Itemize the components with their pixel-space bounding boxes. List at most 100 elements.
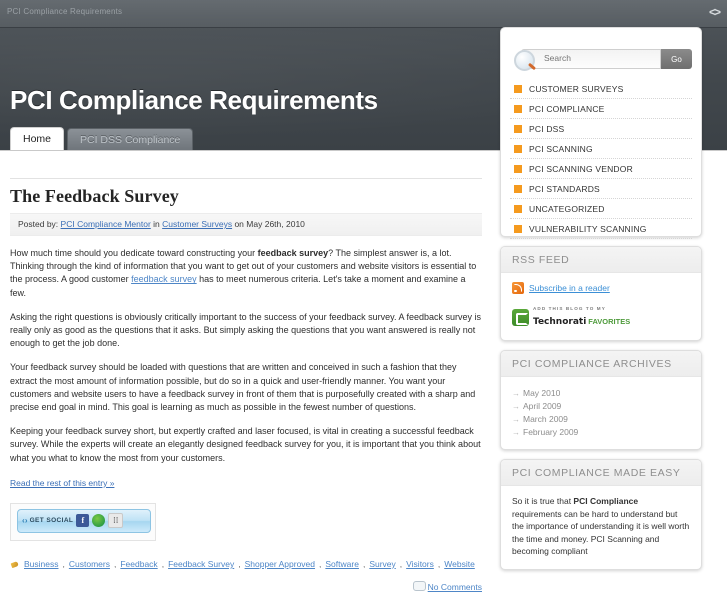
tab-pci-dss-compliance[interactable]: PCI DSS Compliance bbox=[67, 128, 194, 150]
technorati-tagline: ADD THIS BLOG TO MY bbox=[533, 306, 606, 311]
category-label: PCI SCANNING bbox=[529, 143, 593, 154]
tag-sep-5: , bbox=[362, 558, 366, 569]
read-more-link[interactable]: Read the rest of this entry » bbox=[10, 478, 114, 488]
rss-feed-panel: RSS FEED Subscribe in a reader ADD THIS … bbox=[500, 246, 702, 341]
bullet-icon bbox=[514, 124, 522, 133]
tag-sep-3: , bbox=[238, 558, 241, 569]
post-paragraph-2: Asking the right questions is obviously … bbox=[10, 311, 482, 349]
archive-label: April 2009 bbox=[523, 400, 562, 411]
rss-feed-heading: RSS FEED bbox=[501, 247, 701, 273]
search-input[interactable] bbox=[544, 53, 644, 63]
window-title: PCI Compliance Requirements bbox=[7, 7, 123, 16]
category-item-pci-scanning[interactable]: PCI SCANNING bbox=[510, 139, 692, 159]
archive-item-february-2009[interactable]: → February 2009 bbox=[512, 425, 690, 438]
tag-link-4[interactable]: Shopper Approved bbox=[245, 559, 315, 569]
easy-part-a: So it is true that bbox=[512, 496, 574, 506]
comments-link[interactable]: No Comments bbox=[428, 582, 482, 592]
tag-sep-0: , bbox=[62, 558, 65, 569]
tag-link-8[interactable]: Website bbox=[444, 559, 475, 569]
rss-subscribe-link[interactable]: Subscribe in a reader bbox=[529, 283, 610, 293]
tag-sep-2: , bbox=[161, 558, 165, 569]
post-paragraph-1: How much time should you dedicate toward… bbox=[10, 247, 482, 300]
rss-feed-body: Subscribe in a reader ADD THIS BLOG TO M… bbox=[501, 273, 701, 340]
tag-sep-7: , bbox=[437, 558, 441, 569]
tag-link-5[interactable]: Software bbox=[325, 559, 359, 569]
category-label: PCI DSS bbox=[529, 123, 565, 134]
main-navigation-tabs: Home PCI DSS Compliance bbox=[10, 127, 194, 150]
tab-pci-dss-compliance-label: PCI DSS Compliance bbox=[80, 133, 181, 146]
search-go-button[interactable]: Go bbox=[660, 49, 692, 69]
p1-bold: feedback survey bbox=[257, 248, 329, 258]
archives-panel: PCI COMPLIANCE ARCHIVES → May 2010 → April… bbox=[500, 350, 702, 450]
post-author-link[interactable]: PCI Compliance Mentor bbox=[61, 219, 151, 229]
tag-link-7[interactable]: Visitors bbox=[406, 559, 434, 569]
more-share-icon[interactable]: ⁞⁞ bbox=[108, 513, 124, 529]
comment-bubble-icon bbox=[412, 580, 426, 591]
tag-sep-1: , bbox=[113, 558, 117, 569]
post-tags: Business, Customers, Feedback, Feedback … bbox=[10, 559, 482, 569]
meta-date-prefix: on bbox=[234, 219, 244, 229]
tag-link-0[interactable]: Business bbox=[24, 559, 59, 569]
post-meta: Posted by: PCI Compliance Mentor in Cust… bbox=[10, 213, 482, 236]
tag-link-1[interactable]: Customers bbox=[69, 559, 110, 569]
bullet-icon bbox=[514, 144, 522, 153]
category-label: UNCATEGORIZED bbox=[529, 203, 605, 214]
post-body: How much time should you dedicate toward… bbox=[10, 247, 482, 465]
search-icon bbox=[514, 50, 535, 71]
p1-part-a: How much time should you dedicate toward… bbox=[10, 248, 258, 258]
category-item-pci-dss[interactable]: PCI DSS bbox=[510, 119, 692, 139]
tag-link-3[interactable]: Feedback Survey bbox=[168, 559, 234, 569]
category-item-pci-compliance[interactable]: PCI COMPLIANCE bbox=[510, 99, 692, 119]
tag-sep-6: , bbox=[399, 558, 403, 569]
facebook-icon[interactable]: f bbox=[76, 514, 90, 528]
technorati-icon bbox=[512, 309, 529, 326]
arrow-icon: → bbox=[512, 427, 520, 437]
technorati-badge[interactable]: ADD THIS BLOG TO MY Technorati FAVORITES bbox=[512, 306, 690, 329]
post-title: The Feedback Survey bbox=[10, 186, 179, 206]
tab-home[interactable]: Home bbox=[10, 127, 65, 150]
archives-body: → May 2010 → April 2009 → March 2009 → Febru… bbox=[501, 377, 701, 449]
tag-link-6[interactable]: Survey bbox=[369, 559, 395, 569]
category-label: PCI SCANNING VENDOR bbox=[529, 163, 633, 174]
share-chevrons-icon: ‹ › bbox=[22, 516, 27, 526]
bullet-icon bbox=[514, 164, 522, 173]
category-item-pci-standards[interactable]: PCI STANDARDS bbox=[510, 179, 692, 199]
category-label: PCI STANDARDS bbox=[529, 183, 600, 194]
technorati-name: Technorati bbox=[533, 317, 587, 327]
browser-chrome-bar: PCI Compliance Requirements <> bbox=[0, 0, 727, 28]
tag-sep-4: , bbox=[319, 558, 322, 569]
archives-heading: PCI COMPLIANCE ARCHIVES bbox=[501, 351, 701, 377]
category-item-vulnerability-scanning[interactable]: VULNERABILITY SCANNING bbox=[510, 219, 692, 239]
rss-icon bbox=[512, 282, 524, 294]
archive-item-april-2009[interactable]: → April 2009 bbox=[512, 399, 690, 412]
made-easy-body: So it is true that PCI Compliance requir… bbox=[501, 486, 701, 569]
meta-in-label: in bbox=[153, 219, 160, 229]
rss-subscribe-row: Subscribe in a reader bbox=[512, 282, 690, 294]
bullet-icon bbox=[514, 224, 522, 233]
code-view-icon[interactable]: <> bbox=[709, 5, 721, 19]
search-and-categories-panel: Go CUSTOMER SURVEYS PCI COMPLIANCE PCI D… bbox=[500, 27, 702, 239]
bullet-icon bbox=[514, 84, 522, 93]
post-category-link[interactable]: Customer Surveys bbox=[162, 219, 232, 229]
arrow-icon: → bbox=[512, 401, 520, 411]
tag-link-2[interactable]: Feedback bbox=[120, 559, 157, 569]
archive-item-may-2010[interactable]: → May 2010 bbox=[512, 386, 690, 399]
bullet-icon bbox=[514, 104, 522, 113]
archive-label: May 2010 bbox=[523, 387, 561, 398]
archive-item-march-2009[interactable]: → March 2009 bbox=[512, 412, 690, 425]
category-list: CUSTOMER SURVEYS PCI COMPLIANCE PCI DSS … bbox=[510, 79, 692, 239]
search-bar: Go bbox=[514, 49, 692, 71]
archive-label: February 2009 bbox=[523, 426, 579, 437]
category-item-uncategorized[interactable]: UNCATEGORIZED bbox=[510, 199, 692, 219]
made-easy-text: So it is true that PCI Compliance requir… bbox=[512, 495, 690, 558]
archives-list: → May 2010 → April 2009 → March 2009 → Febru… bbox=[512, 386, 690, 438]
stumbleupon-icon[interactable] bbox=[92, 514, 106, 528]
get-social-pill[interactable]: ‹ › GET SOCIAL f ⁞⁞ bbox=[17, 508, 151, 533]
get-social-widget: ‹ › GET SOCIAL f ⁞⁞ bbox=[10, 502, 156, 541]
category-item-pci-scanning-vendor[interactable]: PCI SCANNING VENDOR bbox=[510, 159, 692, 179]
archive-label: March 2009 bbox=[523, 413, 568, 424]
p1-inline-link[interactable]: feedback survey bbox=[131, 274, 197, 284]
easy-part-b: requirements can be hard to understand b… bbox=[512, 508, 690, 557]
category-item-customer-surveys[interactable]: CUSTOMER SURVEYS bbox=[510, 79, 692, 99]
arrow-icon: → bbox=[512, 388, 520, 398]
